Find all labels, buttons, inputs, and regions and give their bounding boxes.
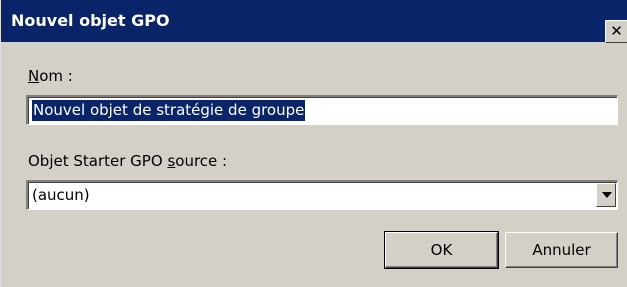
starter-gpo-selected-value: (aucun) — [32, 186, 90, 204]
starter-label-prefix: Objet Starter GPO — [28, 152, 168, 170]
close-button[interactable]: ✕ — [605, 20, 627, 43]
name-input[interactable]: Nouvel objet de stratégie de groupe — [26, 95, 618, 125]
chevron-down-icon — [602, 192, 612, 198]
ok-button[interactable]: OK — [384, 231, 499, 269]
starter-gpo-select[interactable]: (aucun) — [26, 180, 618, 210]
name-label-accelerator: N — [28, 67, 40, 85]
ok-button-label: OK — [430, 241, 453, 259]
name-input-value: Nouvel objet de stratégie de groupe — [32, 100, 306, 121]
window-title: Nouvel objet GPO — [11, 11, 170, 30]
close-icon: ✕ — [610, 22, 623, 40]
name-label: Nom : — [28, 67, 73, 85]
dropdown-button[interactable] — [596, 183, 616, 207]
starter-gpo-label: Objet Starter GPO source : — [28, 152, 227, 170]
starter-label-text: ource : — [175, 152, 228, 170]
cancel-button-label: Annuler — [532, 241, 591, 259]
new-gpo-dialog: Nouvel objet GPO ✕ Nom : Nouvel objet de… — [0, 0, 627, 287]
cancel-button[interactable]: Annuler — [505, 232, 618, 268]
title-bar[interactable]: Nouvel objet GPO ✕ — [1, 0, 627, 43]
name-label-text: om : — [39, 67, 73, 85]
